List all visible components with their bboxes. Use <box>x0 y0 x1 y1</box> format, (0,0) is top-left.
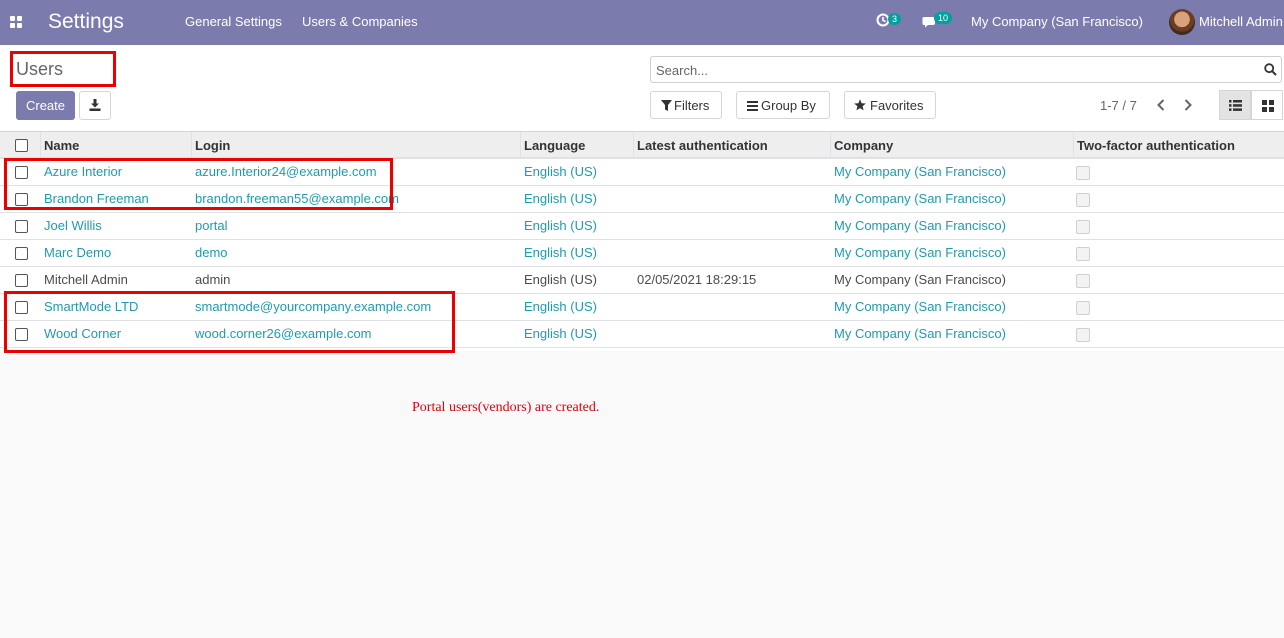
cell-company[interactable]: My Company (San Francisco) <box>834 159 1006 185</box>
search-bar <box>650 56 1282 83</box>
user-menu[interactable]: Mitchell Admin <box>1199 14 1283 30</box>
column-header-language[interactable]: Language <box>520 132 633 159</box>
menu-users-companies[interactable]: Users & Companies <box>302 14 418 30</box>
row-checkbox[interactable] <box>15 166 28 179</box>
cell-language[interactable]: English (US) <box>524 159 597 185</box>
two-factor-checkbox <box>1076 274 1090 288</box>
cell-name[interactable]: Brandon Freeman <box>44 186 149 212</box>
table-row[interactable]: SmartMode LTD smartmode@yourcompany.examp… <box>0 294 1284 321</box>
column-header-two-factor[interactable]: Two-factor authentication <box>1073 132 1284 159</box>
two-factor-checkbox <box>1076 220 1090 234</box>
filter-funnel-icon <box>661 100 672 111</box>
table-row[interactable]: Marc Demo demo English (US) My Company (San… <box>0 240 1284 267</box>
page-title: Users <box>16 59 64 79</box>
cell-language[interactable]: English (US) <box>524 321 597 347</box>
cell-name[interactable]: Mitchell Admin <box>44 267 128 293</box>
table-header: Name Login Language Latest authenticatio… <box>0 132 1284 159</box>
column-header-company[interactable]: Company <box>830 132 1073 159</box>
cell-name[interactable]: Azure Interior <box>44 159 122 185</box>
cell-login[interactable]: wood.corner26@example.com <box>195 321 372 347</box>
column-header-login[interactable]: Login <box>191 132 521 159</box>
menu-general-settings[interactable]: General Settings <box>185 14 282 30</box>
create-button[interactable]: Create <box>16 91 75 120</box>
cell-login[interactable]: admin <box>195 267 230 293</box>
cell-company[interactable]: My Company (San Francisco) <box>834 240 1006 266</box>
cell-language[interactable]: English (US) <box>524 186 597 212</box>
annotation-caption: Portal users(vendors) are created. <box>412 400 600 415</box>
two-factor-checkbox <box>1076 301 1090 315</box>
cell-language[interactable]: English (US) <box>524 294 597 320</box>
search-icon[interactable] <box>1264 63 1277 76</box>
cell-name[interactable]: Wood Corner <box>44 321 121 347</box>
row-checkbox[interactable] <box>15 247 28 260</box>
row-checkbox[interactable] <box>15 274 28 287</box>
cell-company[interactable]: My Company (San Francisco) <box>834 294 1006 320</box>
apps-menu-icon[interactable] <box>10 16 23 29</box>
cell-name[interactable]: SmartMode LTD <box>44 294 138 320</box>
favorites-button[interactable]: Favorites <box>844 91 936 119</box>
pager-next-icon[interactable] <box>1181 97 1195 113</box>
kanban-view-icon <box>1262 100 1274 112</box>
control-panel: Users Create Filters Group By Favorites … <box>0 45 1284 132</box>
activity-count-badge: 3 <box>888 13 902 25</box>
row-checkbox[interactable] <box>15 328 28 341</box>
groupby-bars-icon <box>747 101 758 111</box>
cell-name[interactable]: Joel Willis <box>44 213 102 239</box>
two-factor-checkbox <box>1076 247 1090 261</box>
cell-name[interactable]: Marc Demo <box>44 240 111 266</box>
download-icon <box>89 99 101 111</box>
app-title[interactable]: Settings <box>48 10 124 34</box>
cell-company[interactable]: My Company (San Francisco) <box>834 267 1006 293</box>
select-all-checkbox[interactable] <box>15 139 28 152</box>
filters-label: Filters <box>674 98 710 113</box>
table-row[interactable]: Wood Corner wood.corner26@example.com Engl… <box>0 321 1284 348</box>
users-list-table: Name Login Language Latest authenticatio… <box>0 132 1284 351</box>
table-row[interactable]: Azure Interior azure.Interior24@example.c… <box>0 159 1284 186</box>
groupby-button[interactable]: Group By <box>736 91 830 119</box>
list-view-icon <box>1229 100 1242 111</box>
search-input[interactable] <box>656 61 1246 79</box>
row-checkbox[interactable] <box>15 220 28 233</box>
column-header-name[interactable]: Name <box>40 132 190 159</box>
message-count-badge: 10 <box>934 12 953 24</box>
two-factor-checkbox <box>1076 328 1090 342</box>
cell-company[interactable]: My Company (San Francisco) <box>834 321 1006 347</box>
user-avatar[interactable] <box>1169 9 1195 35</box>
star-icon <box>854 99 866 111</box>
cell-login[interactable]: smartmode@yourcompany.example.com <box>195 294 431 320</box>
list-view-button[interactable] <box>1219 90 1251 120</box>
cell-login[interactable]: portal <box>195 213 228 239</box>
groupby-label: Group By <box>761 98 816 113</box>
row-checkbox[interactable] <box>15 301 28 314</box>
table-row[interactable]: Joel Willis portal English (US) My Company … <box>0 213 1284 240</box>
column-header-latest-authentication[interactable]: Latest authentication <box>633 132 830 159</box>
cell-company[interactable]: My Company (San Francisco) <box>834 213 1006 239</box>
cell-login[interactable]: brandon.freeman55@example.com <box>195 186 399 212</box>
cell-login[interactable]: demo <box>195 240 228 266</box>
pager-previous-icon[interactable] <box>1154 97 1168 113</box>
pager-value[interactable]: 1-7 / 7 <box>1100 98 1137 114</box>
favorites-label: Favorites <box>870 98 924 113</box>
cell-company[interactable]: My Company (San Francisco) <box>834 186 1006 212</box>
two-factor-checkbox <box>1076 193 1090 207</box>
cell-language[interactable]: English (US) <box>524 213 597 239</box>
cell-login[interactable]: azure.Interior24@example.com <box>195 159 377 185</box>
cell-language[interactable]: English (US) <box>524 267 597 293</box>
company-switcher[interactable]: My Company (San Francisco) <box>971 14 1143 30</box>
filters-button[interactable]: Filters <box>650 91 722 119</box>
cell-latest-authentication: 02/05/2021 18:29:15 <box>637 272 757 287</box>
export-button[interactable] <box>79 91 111 120</box>
table-row[interactable]: Brandon Freeman brandon.freeman55@example… <box>0 186 1284 213</box>
table-row[interactable]: Mitchell Admin admin English (US) 02/05/202… <box>0 267 1284 294</box>
kanban-view-button[interactable] <box>1251 90 1283 120</box>
two-factor-checkbox <box>1076 166 1090 180</box>
top-navbar: Settings General Settings Users & Compan… <box>0 0 1284 45</box>
cell-language[interactable]: English (US) <box>524 240 597 266</box>
row-checkbox[interactable] <box>15 193 28 206</box>
